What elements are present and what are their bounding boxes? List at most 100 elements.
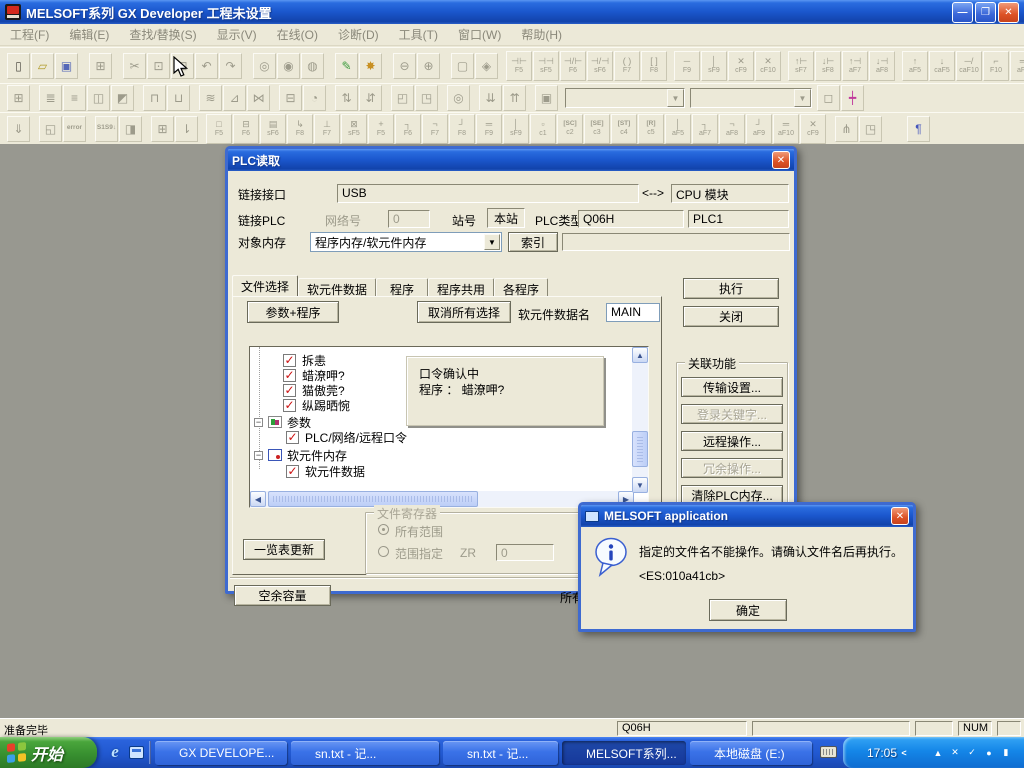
scroll-up-icon[interactable]: ▲ <box>632 347 648 363</box>
sfc-symbol-button[interactable]: ┘aF9 <box>746 114 772 144</box>
ladder-symbol-button[interactable]: ↑⊢sF7 <box>788 51 814 81</box>
close-dialog-button[interactable]: 关闭 <box>683 306 779 327</box>
keyboard-layout-icon[interactable] <box>820 746 837 758</box>
redo-icon[interactable]: ↷ <box>219 53 242 79</box>
close-icon[interactable]: ✕ <box>891 507 909 525</box>
declare-icon[interactable]: ◩ <box>111 85 134 111</box>
sfc-symbol-button[interactable]: ┐aF7 <box>692 114 718 144</box>
block-change-icon[interactable]: ◨ <box>119 116 142 142</box>
step-list-icon[interactable]: S1S9↓ <box>95 116 118 142</box>
sfc-symbol-button[interactable]: ⊠sF5 <box>341 114 367 144</box>
sfc-symbol-button[interactable]: [SC]c2 <box>557 114 583 144</box>
screen-icon[interactable]: ▣ <box>535 85 558 111</box>
tree-item[interactable]: ✓猫傲莞? <box>283 383 345 397</box>
network-error-icon[interactable]: ✕ <box>948 746 962 760</box>
minimize-button[interactable]: — <box>952 2 973 23</box>
refresh-list-button[interactable]: 一览表更新 <box>243 539 325 560</box>
ladder-symbol-button[interactable]: ⊣/⊢F6 <box>560 51 586 81</box>
update-icon[interactable]: ▲ <box>931 746 945 760</box>
quick-launch-shell[interactable] <box>127 743 145 761</box>
hide-icons-arrow[interactable]: < <box>897 746 911 760</box>
sfc-symbol-button[interactable]: │aF5 <box>665 114 691 144</box>
tree-item[interactable]: ✓拆恚 <box>283 353 326 367</box>
sfc-symbol-button[interactable]: ▤sF6 <box>260 114 286 144</box>
tree-item[interactable]: ✓蜡潦呷? <box>283 368 345 382</box>
related-function-button[interactable]: 远程操作... <box>681 431 783 451</box>
sfc-symbol-button[interactable]: ⊥F7 <box>314 114 340 144</box>
menu-item[interactable]: 编辑(E) <box>59 23 119 46</box>
tab-program[interactable]: 程序 <box>376 278 428 296</box>
step-run-icon[interactable]: ⇊ <box>479 85 502 111</box>
collapse-icon[interactable]: − <box>254 418 263 427</box>
ladder-symbol-button[interactable]: ↓⊢sF8 <box>815 51 841 81</box>
block-info-icon[interactable]: ◳ <box>859 116 882 142</box>
zoom-in-icon[interactable]: ⊕ <box>417 53 440 79</box>
download-icon[interactable]: ⇓ <box>7 116 30 142</box>
vertical-scrollbar[interactable]: ▲ ▼ <box>632 347 648 493</box>
tab-file-select[interactable]: 文件选择 <box>232 275 298 296</box>
sfc-symbol-button[interactable]: ┐F6 <box>395 114 421 144</box>
menu-item[interactable]: 工具(T) <box>389 23 448 46</box>
convert-icon[interactable]: ⊞ <box>7 85 30 111</box>
note-icon[interactable]: ◫ <box>87 85 110 111</box>
taskbar-task-button[interactable]: 本地磁盘 (E:) <box>690 741 812 765</box>
print-icon[interactable]: ⊞ <box>89 53 112 79</box>
horizontal-scrollbar[interactable]: ◀ ▶ <box>250 491 634 507</box>
alert-icon[interactable]: ● <box>982 746 996 760</box>
sfc-symbol-button[interactable]: ✕cF9 <box>800 114 826 144</box>
scroll-left-icon[interactable]: ◀ <box>250 491 266 507</box>
cancel-all-selection-button[interactable]: 取消所有选择 <box>417 301 511 323</box>
sfc-symbol-button[interactable]: ═aF10 <box>773 114 799 144</box>
ladder-symbol-button[interactable]: ✕cF10 <box>755 51 781 81</box>
taskbar-task-button[interactable]: MELSOFT系列... <box>562 741 686 765</box>
sfc-view-icon[interactable]: ¶ <box>907 116 930 142</box>
device-test-icon[interactable]: ⋈ <box>247 85 270 111</box>
error-dialog-titlebar[interactable]: MELSOFT application ✕ <box>581 505 913 527</box>
edit-ladder-icon[interactable]: ⊿ <box>223 85 246 111</box>
free-space-button[interactable]: 空余容量 <box>234 585 331 606</box>
write-prog-icon[interactable]: ≋ <box>199 85 222 111</box>
find-replace-icon[interactable]: ◉ <box>277 53 300 79</box>
chevron-down-icon[interactable]: ▼ <box>667 89 684 107</box>
sfc-symbol-button[interactable]: [R]c5 <box>638 114 664 144</box>
sfc-symbol-button[interactable]: ▫c1 <box>530 114 556 144</box>
sfc-symbol-button[interactable]: [ST]c4 <box>611 114 637 144</box>
target-memory-combobox[interactable]: 程序内存/软元件内存 ▼ <box>310 232 502 252</box>
sfc-symbol-button[interactable]: □F5 <box>206 114 232 144</box>
ladder-symbol-button[interactable]: [ ]F8 <box>641 51 667 81</box>
index-button[interactable]: 索引 <box>508 232 558 252</box>
ladder-symbol-button[interactable]: │sF9 <box>701 51 727 81</box>
battery-icon[interactable]: ▮ <box>999 746 1013 760</box>
ladder-symbol-button[interactable]: ⊣⊣sF5 <box>533 51 559 81</box>
sfc-symbol-button[interactable]: ¬F7 <box>422 114 448 144</box>
execute-button[interactable]: 执行 <box>683 278 779 299</box>
ladder-symbol-button[interactable]: ⊣⊢F5 <box>506 51 532 81</box>
ladder-symbol-button[interactable]: ↓⊣aF8 <box>869 51 895 81</box>
tab-each-program[interactable]: 各程序 <box>494 278 548 296</box>
related-function-button[interactable]: 登录关键字... <box>681 404 783 424</box>
related-function-button[interactable]: 冗余操作... <box>681 458 783 478</box>
radio-all-range[interactable] <box>378 524 389 535</box>
cut-icon[interactable]: ✂ <box>123 53 146 79</box>
radio-range-specify[interactable] <box>378 546 389 557</box>
device-comment-icon[interactable]: ≣ <box>39 85 62 111</box>
tree-node-parameter[interactable]: − 参数 <box>254 415 311 429</box>
ok-button[interactable]: 确定 <box>709 599 787 621</box>
plc-read-dialog-titlebar[interactable]: PLC读取 ✕ <box>228 149 794 171</box>
menu-item[interactable]: 工程(F) <box>0 23 59 46</box>
error-jump-icon[interactable]: error <box>63 116 86 142</box>
ladder-symbol-button[interactable]: ↓caF5 <box>929 51 955 81</box>
cross-ref-icon[interactable]: ⊟ <box>279 85 302 111</box>
shield-icon[interactable]: ✓ <box>965 746 979 760</box>
sfc-symbol-button[interactable]: ┘F8 <box>449 114 475 144</box>
find-icon[interactable]: ◎ <box>253 53 276 79</box>
contact-search-icon[interactable]: ⊓ <box>143 85 166 111</box>
sfc-symbol-button[interactable]: ¬aF8 <box>719 114 745 144</box>
program-combobox[interactable]: ▼ <box>565 88 685 108</box>
window-next-icon[interactable]: ◳ <box>415 85 438 111</box>
ladder-symbol-button[interactable]: ⊣/⊣sF6 <box>587 51 613 81</box>
tree-item[interactable]: ✓软元件数据 <box>286 464 365 478</box>
close-button[interactable]: ✕ <box>998 2 1019 23</box>
tab-program-common[interactable]: 程序共用 <box>428 278 494 296</box>
ladder-symbol-button[interactable]: ( )F7 <box>614 51 640 81</box>
